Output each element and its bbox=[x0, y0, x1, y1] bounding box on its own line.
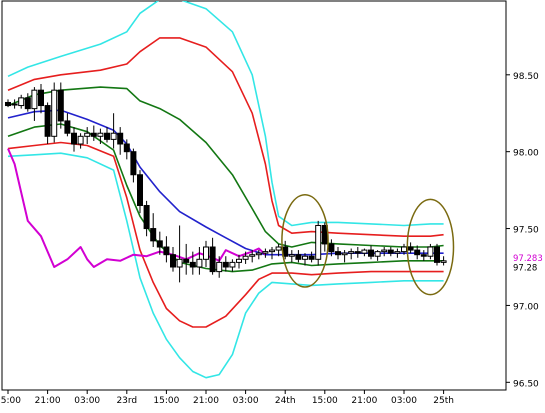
candle-body bbox=[110, 132, 117, 140]
x-tick-label: 15:00 bbox=[153, 396, 179, 406]
x-tick-label: 25th bbox=[433, 396, 454, 406]
candle-body bbox=[275, 246, 282, 251]
candle-body bbox=[335, 251, 341, 256]
candle-body bbox=[361, 249, 368, 254]
candle-body bbox=[97, 132, 104, 137]
candle-body bbox=[222, 261, 229, 268]
candle-body bbox=[374, 251, 381, 257]
x-tick-label: 21:00 bbox=[35, 396, 61, 406]
candle-body bbox=[18, 97, 25, 107]
candle-body bbox=[420, 254, 427, 257]
y-tick-label: 98.00 bbox=[513, 149, 539, 159]
candle-body bbox=[24, 97, 31, 110]
x-tick-label: 15:00 bbox=[0, 396, 21, 406]
candle-body bbox=[341, 252, 348, 256]
candle-body bbox=[255, 252, 262, 256]
candle-body bbox=[427, 246, 434, 257]
candle-body bbox=[143, 204, 150, 230]
x-tick-label: 15:00 bbox=[312, 396, 338, 406]
candle-body bbox=[104, 132, 110, 140]
candle-body bbox=[31, 89, 38, 110]
candle-body bbox=[156, 240, 163, 248]
x-tick-label: 23rd bbox=[116, 396, 137, 406]
y-tick-label: 97.00 bbox=[513, 302, 539, 312]
candle-body bbox=[414, 249, 421, 256]
candle-body bbox=[203, 246, 209, 260]
plot-area bbox=[1, 0, 507, 391]
x-tick-label: 24th bbox=[275, 396, 296, 406]
x-tick-label: 03:00 bbox=[391, 396, 417, 406]
x-tick-label: 03:00 bbox=[233, 396, 259, 406]
x-tick-label: 21:00 bbox=[193, 396, 219, 406]
candle-body bbox=[150, 228, 157, 242]
candle-body bbox=[440, 260, 447, 263]
candle-body bbox=[302, 255, 308, 260]
candle-body bbox=[64, 120, 71, 134]
candle-body bbox=[209, 246, 216, 273]
candle-body bbox=[242, 255, 249, 260]
candle-body bbox=[216, 261, 223, 273]
candle-body bbox=[269, 249, 275, 253]
x-tick-label: 21:00 bbox=[351, 396, 377, 406]
candle-body bbox=[51, 89, 58, 137]
candle-body bbox=[84, 132, 91, 137]
candle-body bbox=[38, 89, 44, 107]
candle-body bbox=[262, 251, 269, 254]
candle-body bbox=[434, 246, 440, 263]
candle-body bbox=[348, 251, 355, 254]
candle-body bbox=[407, 246, 414, 251]
candle-body bbox=[117, 132, 124, 145]
x-tick-label: 03:00 bbox=[74, 396, 100, 406]
y-tick-label: 96.50 bbox=[513, 379, 539, 389]
candle-body bbox=[288, 254, 295, 257]
candle-body bbox=[308, 255, 315, 260]
candle-body bbox=[354, 251, 361, 254]
candle-body bbox=[236, 258, 242, 263]
price-label: 97.28 bbox=[513, 263, 537, 273]
candle-body bbox=[163, 246, 170, 256]
candle-body bbox=[183, 258, 190, 263]
candle-body bbox=[57, 89, 64, 122]
candle-body bbox=[71, 132, 77, 145]
candle-body bbox=[249, 254, 256, 257]
candle-body bbox=[229, 261, 236, 268]
candle-body bbox=[11, 103, 18, 106]
candle-body bbox=[295, 254, 302, 260]
candle-body bbox=[328, 243, 335, 253]
candle-body bbox=[401, 246, 407, 253]
candle-body bbox=[77, 135, 84, 145]
bollinger-chart: 98.5098.0097.5097.0096.5097.28397.2815:0… bbox=[0, 0, 545, 409]
candle-body bbox=[130, 151, 137, 176]
candle-body bbox=[368, 249, 374, 257]
candle-body bbox=[5, 101, 11, 107]
candle-body bbox=[315, 224, 322, 260]
candle-body bbox=[170, 254, 176, 268]
candle-body bbox=[381, 249, 388, 253]
candle-body bbox=[44, 105, 51, 137]
candle-body bbox=[394, 251, 401, 254]
chart-canvas: 98.5098.0097.5097.0096.5097.28397.2815:0… bbox=[0, 0, 545, 409]
y-tick-label: 98.50 bbox=[513, 72, 539, 82]
y-tick-label: 97.50 bbox=[513, 226, 539, 236]
candle-body bbox=[137, 174, 143, 206]
candle-body bbox=[196, 258, 203, 268]
candle-body bbox=[387, 249, 394, 254]
candle-body bbox=[123, 143, 130, 153]
candle-body bbox=[176, 258, 183, 268]
candle-body bbox=[90, 132, 97, 137]
candle-body bbox=[189, 261, 196, 268]
